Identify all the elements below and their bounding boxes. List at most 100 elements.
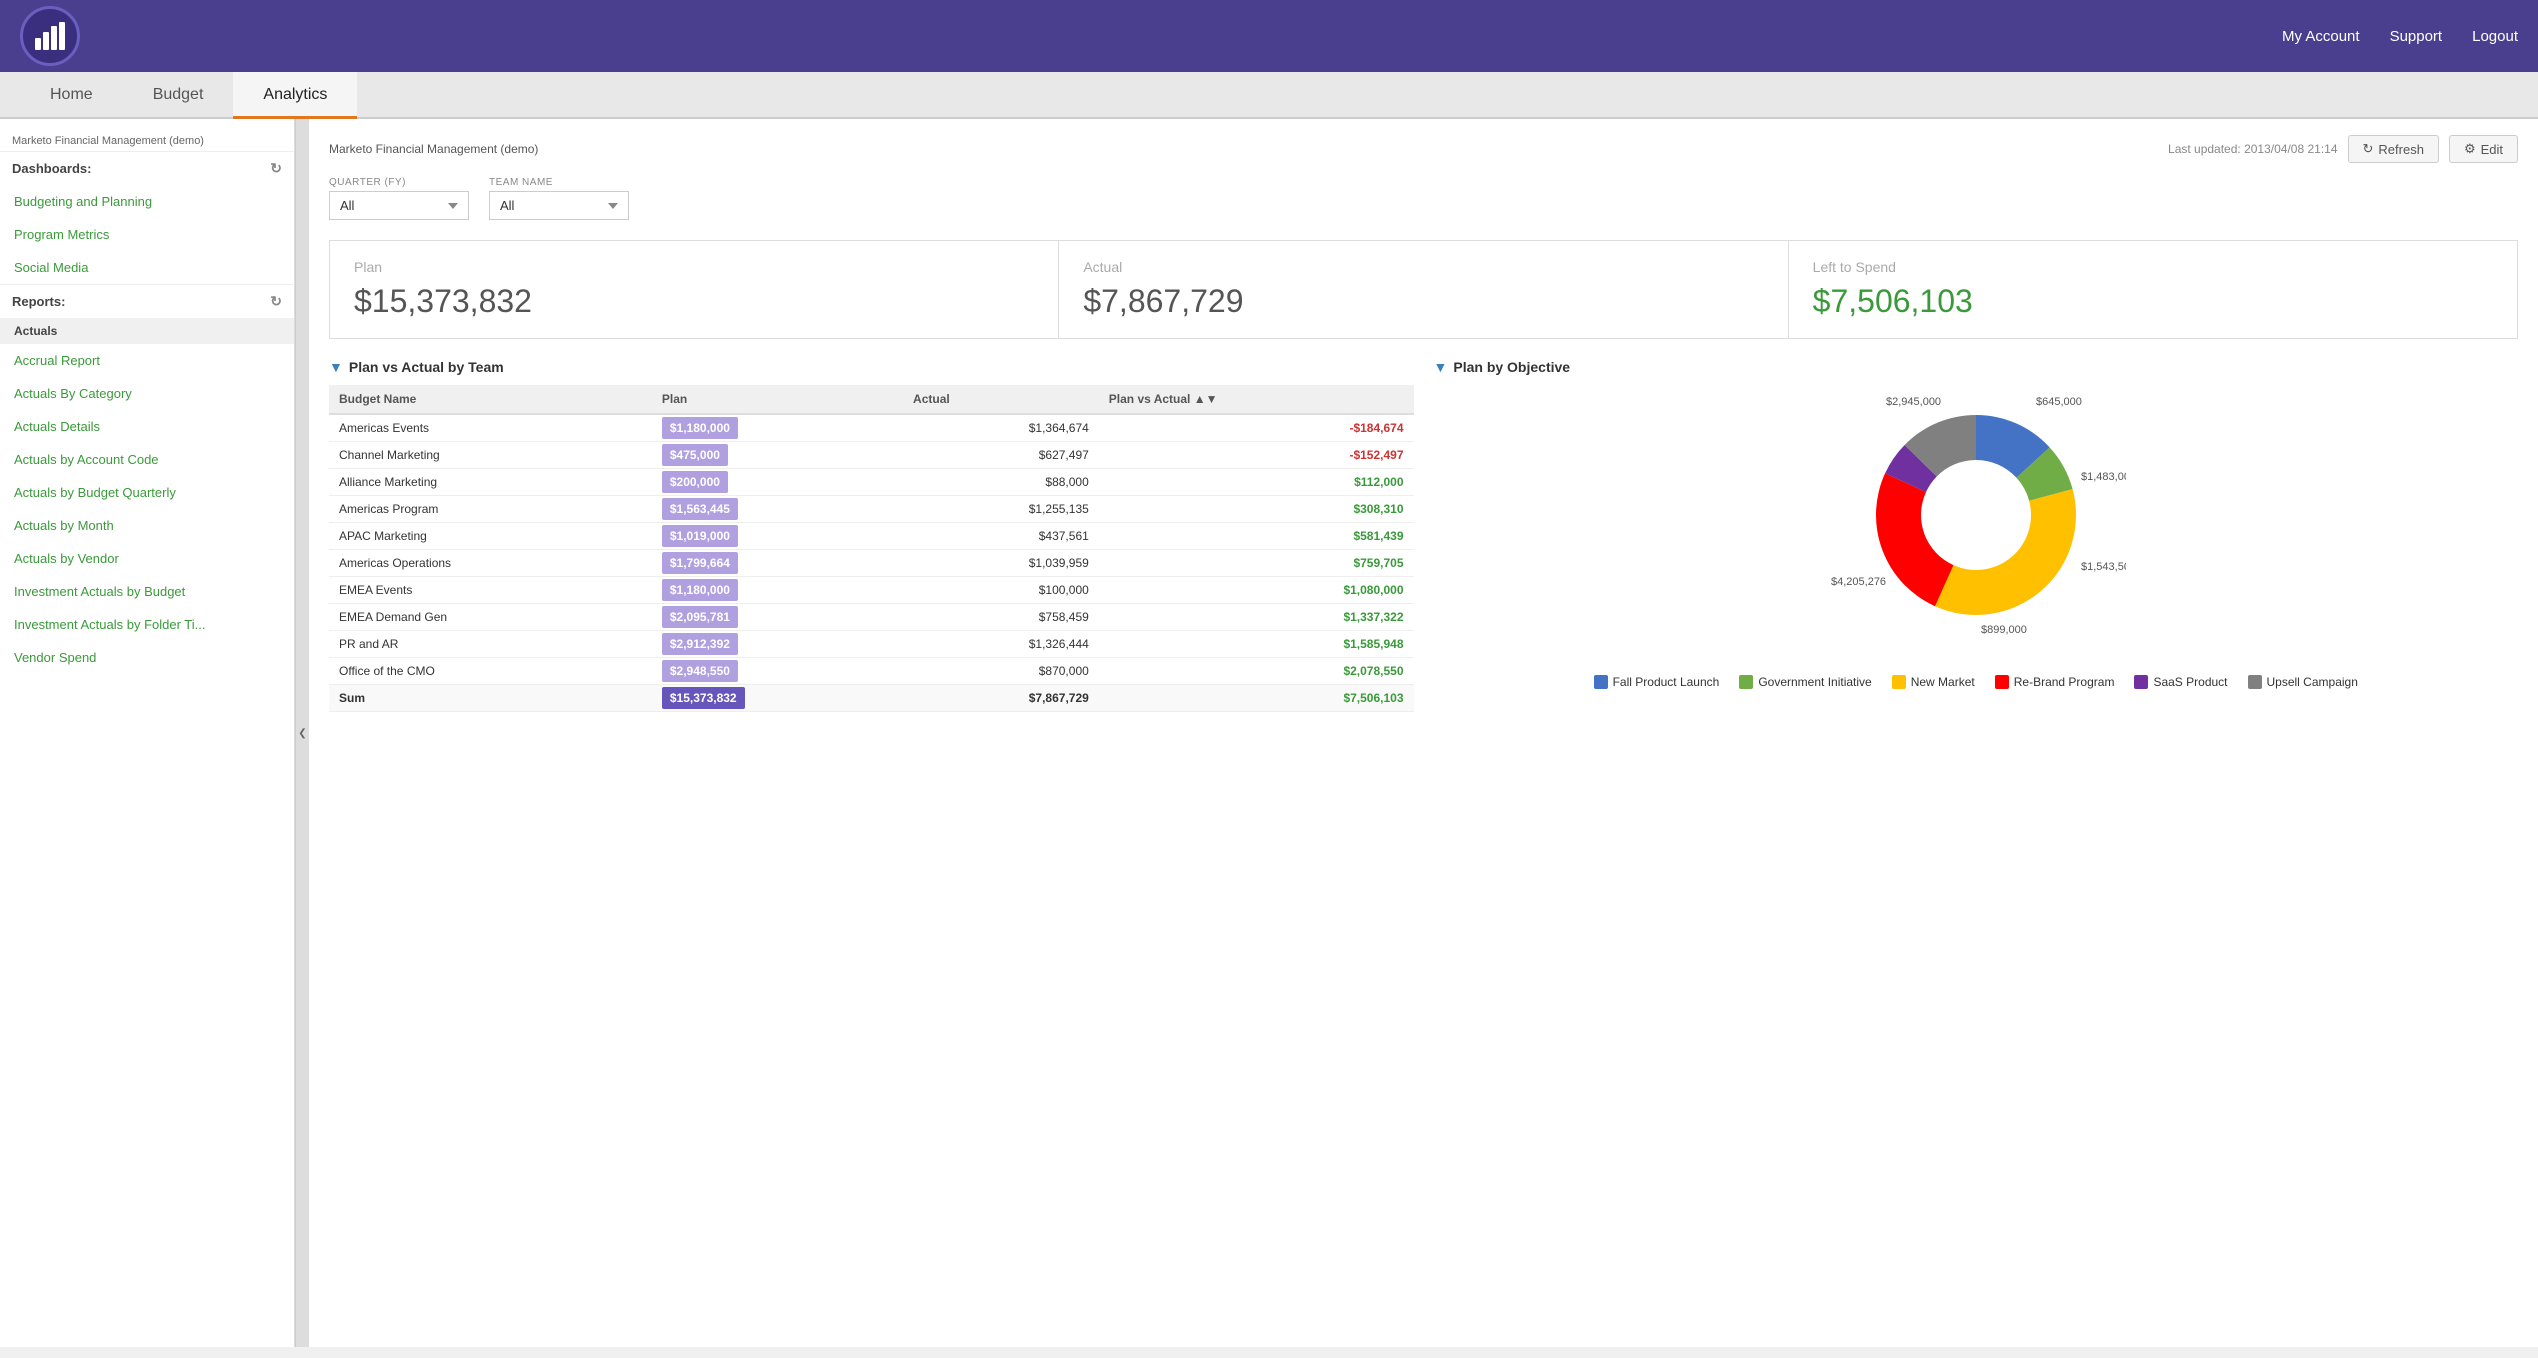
donut-label-0: $2,945,000 xyxy=(1886,396,1941,408)
sidebar-item-actuals-quarterly[interactable]: Actuals by Budget Quarterly xyxy=(0,476,294,509)
donut-label-2: $1,483,000 xyxy=(2081,471,2126,483)
table-row: EMEA Demand Gen $2,095,781 $758,459 $1,3… xyxy=(329,604,1414,631)
reports-refresh-icon[interactable]: ↻ xyxy=(270,293,282,310)
instance-label: Marketo Financial Management (demo) xyxy=(0,129,294,151)
plan-cell: $1,563,445 xyxy=(652,496,903,523)
actual-cell: $1,039,959 xyxy=(903,550,1099,577)
sidebar-collapse-handle[interactable]: ❮ xyxy=(295,119,309,1347)
sidebar-item-social-media[interactable]: Social Media xyxy=(0,251,294,284)
logout-link[interactable]: Logout xyxy=(2472,28,2518,45)
actual-cell: $437,561 xyxy=(903,523,1099,550)
plan-cell: $2,948,550 xyxy=(652,658,903,685)
my-account-link[interactable]: My Account xyxy=(2282,28,2360,45)
kpi-row: Plan $15,373,832 Actual $7,867,729 Left … xyxy=(329,240,2518,339)
donut-wrapper: $2,945,000 $645,000 $1,483,000 $1,543,500 $8… xyxy=(1434,385,2519,689)
sidebar-wrapper: Marketo Financial Management (demo) Dash… xyxy=(0,119,309,1347)
last-updated: Last updated: 2013/04/08 21:14 xyxy=(2168,142,2337,156)
plan-cell: $1,180,000 xyxy=(652,577,903,604)
main-layout: Marketo Financial Management (demo) Dash… xyxy=(0,119,2538,1347)
legend-dot-4 xyxy=(2134,675,2148,689)
sidebar-item-actuals-category[interactable]: Actuals By Category xyxy=(0,377,294,410)
table-row: Office of the CMO $2,948,550 $870,000 $2… xyxy=(329,658,1414,685)
legend-item-5: Upsell Campaign xyxy=(2248,675,2358,689)
plan-cell: $475,000 xyxy=(652,442,903,469)
quarter-label: QUARTER (FY) xyxy=(329,177,469,188)
actual-cell: $1,326,444 xyxy=(903,631,1099,658)
budget-name-cell: EMEA Demand Gen xyxy=(329,604,652,631)
sidebar-item-program-metrics[interactable]: Program Metrics xyxy=(0,218,294,251)
sidebar-item-actuals-month[interactable]: Actuals by Month xyxy=(0,509,294,542)
actual-cell: $870,000 xyxy=(903,658,1099,685)
budget-name-cell: Americas Program xyxy=(329,496,652,523)
actual-cell: $758,459 xyxy=(903,604,1099,631)
sidebar-item-actuals-vendor[interactable]: Actuals by Vendor xyxy=(0,542,294,575)
dashboards-refresh-icon[interactable]: ↻ xyxy=(270,160,282,177)
content-topbar: Marketo Financial Management (demo) Last… xyxy=(329,135,2518,163)
top-header: My Account Support Logout xyxy=(0,0,2538,72)
pva-cell: $2,078,550 xyxy=(1099,658,1414,685)
actuals-section-label: Actuals xyxy=(0,318,294,344)
sum-actual: $7,867,729 xyxy=(903,685,1099,712)
refresh-icon: ↻ xyxy=(2363,141,2374,157)
plan-by-objective-report: ▼ Plan by Objective $2,945,000$645,000$1… xyxy=(1434,359,2519,712)
top-nav: My Account Support Logout xyxy=(2282,28,2518,45)
legend-dot-3 xyxy=(1995,675,2009,689)
left-to-spend-value: $7,506,103 xyxy=(1813,283,2493,320)
col-plan: Plan xyxy=(652,385,903,414)
actual-value: $7,867,729 xyxy=(1083,283,1763,320)
reports-header: Reports: ↻ xyxy=(0,284,294,318)
legend-dot-2 xyxy=(1892,675,1906,689)
refresh-button[interactable]: ↻ Refresh xyxy=(2348,135,2439,163)
actual-label: Actual xyxy=(1083,259,1763,275)
pva-cell: $581,439 xyxy=(1099,523,1414,550)
donut-label-3: $1,543,500 xyxy=(2081,561,2126,573)
sidebar-item-investment-folder[interactable]: Investment Actuals by Folder Ti... xyxy=(0,608,294,641)
quarter-select[interactable]: All xyxy=(329,191,469,220)
chart-legend: Fall Product Launch Government Initiativ… xyxy=(1594,675,2358,689)
col-pva[interactable]: Plan vs Actual ▲▼ xyxy=(1099,385,1414,414)
table-row: APAC Marketing $1,019,000 $437,561 $581,… xyxy=(329,523,1414,550)
tab-analytics[interactable]: Analytics xyxy=(233,72,357,119)
sidebar-item-investment-budget[interactable]: Investment Actuals by Budget xyxy=(0,575,294,608)
plan-cell: $2,912,392 xyxy=(652,631,903,658)
team-label: TEAM NAME xyxy=(489,177,629,188)
plan-cell: $2,095,781 xyxy=(652,604,903,631)
budget-name-cell: APAC Marketing xyxy=(329,523,652,550)
legend-item-0: Fall Product Launch xyxy=(1594,675,1720,689)
team-select[interactable]: All xyxy=(489,191,629,220)
dashboards-label: Dashboards: xyxy=(12,161,91,176)
sum-plan: $15,373,832 xyxy=(652,685,903,712)
logo xyxy=(20,6,80,66)
legend-item-1: Government Initiative xyxy=(1739,675,1871,689)
sidebar-item-accrual[interactable]: Accrual Report xyxy=(0,344,294,377)
budget-name-cell: Americas Operations xyxy=(329,550,652,577)
topbar-right: Last updated: 2013/04/08 21:14 ↻ Refresh… xyxy=(2168,135,2518,163)
legend-dot-1 xyxy=(1739,675,1753,689)
col-actual: Actual xyxy=(903,385,1099,414)
left-to-spend-label: Left to Spend xyxy=(1813,259,2493,275)
budget-name-cell: Channel Marketing xyxy=(329,442,652,469)
tab-home[interactable]: Home xyxy=(20,72,123,119)
table-row: Alliance Marketing $200,000 $88,000 $112… xyxy=(329,469,1414,496)
edit-icon: ⚙ xyxy=(2464,141,2476,157)
edit-button[interactable]: ⚙ Edit xyxy=(2449,135,2518,163)
donut-label-1: $645,000 xyxy=(2036,396,2082,408)
donut-label-4: $899,000 xyxy=(1981,624,2027,636)
table-sum-row: Sum $15,373,832 $7,867,729 $7,506,103 xyxy=(329,685,1414,712)
sidebar-item-actuals-details[interactable]: Actuals Details xyxy=(0,410,294,443)
sidebar-item-actuals-account[interactable]: Actuals by Account Code xyxy=(0,443,294,476)
sidebar-item-budgeting[interactable]: Budgeting and Planning xyxy=(0,185,294,218)
plan-label: Plan xyxy=(354,259,1034,275)
tab-budget[interactable]: Budget xyxy=(123,72,234,119)
kpi-left-to-spend: Left to Spend $7,506,103 xyxy=(1789,241,2517,338)
table-row: Americas Operations $1,799,664 $1,039,95… xyxy=(329,550,1414,577)
actual-cell: $88,000 xyxy=(903,469,1099,496)
legend-item-2: New Market xyxy=(1892,675,1975,689)
sidebar-item-vendor-spend[interactable]: Vendor Spend xyxy=(0,641,294,674)
plan-value: $15,373,832 xyxy=(354,283,1034,320)
sidebar: Marketo Financial Management (demo) Dash… xyxy=(0,119,295,1347)
table-row: EMEA Events $1,180,000 $100,000 $1,080,0… xyxy=(329,577,1414,604)
pva-cell: $759,705 xyxy=(1099,550,1414,577)
donut-label-5: $4,205,276 xyxy=(1831,576,1886,588)
support-link[interactable]: Support xyxy=(2390,28,2443,45)
